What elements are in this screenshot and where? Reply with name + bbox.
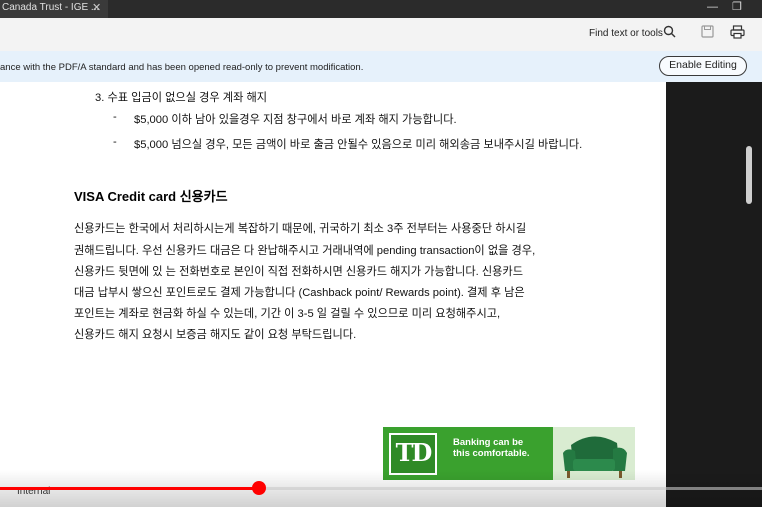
scrollbar-thumb[interactable] xyxy=(746,146,752,204)
paragraph-line: 권해드립니다. 우선 신용카드 대금은 다 완납해주시고 거래내역에 pendi… xyxy=(74,245,536,257)
paragraph-line: 신용카드 해지 요청시 보증금 해지도 같이 요청 부탁드립니다. xyxy=(74,329,357,341)
paragraph-line: 포인트는 계좌로 현금화 하실 수 있는데, 기간 이 3-5 일 걸릴 수 있… xyxy=(74,308,501,320)
ad-tagline-line2: this comfortable. xyxy=(453,448,530,459)
td-logo: TD xyxy=(389,433,437,475)
tab-title: Canada Trust - IGE ... xyxy=(2,2,100,13)
bullet-dash: - xyxy=(113,111,117,123)
enable-editing-button[interactable]: Enable Editing xyxy=(659,56,747,76)
title-bar: Canada Trust - IGE ... ✕ — ❐ xyxy=(0,0,762,18)
find-text-label[interactable]: Find text or tools xyxy=(589,28,663,39)
paragraph-line: 대금 납부시 쌓으신 포인트로도 결제 가능합니다 (Cashback poin… xyxy=(74,287,525,299)
bullet-text: $5,000 이하 남아 있을경우 지점 창구에서 바로 계좌 해지 가능합니다… xyxy=(134,114,457,126)
read-only-notice-bar: ance with the PDF/A standard and has bee… xyxy=(0,51,762,83)
minimize-icon[interactable]: — xyxy=(707,0,718,14)
print-icon[interactable] xyxy=(730,25,745,44)
list-item-3: 3. 수표 입금이 없으실 경우 계좌 해지 xyxy=(95,92,268,104)
section-heading: VISA Credit card 신용카드 xyxy=(74,189,228,204)
bullet-text: $5,000 넘으실 경우, 모든 금액이 바로 출금 안될수 있음으로 미리 … xyxy=(134,139,583,151)
video-progress-played xyxy=(0,487,259,490)
ad-tagline: Banking can be this comfortable. xyxy=(453,437,530,459)
ad-tagline-line1: Banking can be xyxy=(453,437,524,448)
bullet-dash: - xyxy=(113,136,117,148)
toolbar: Find text or tools xyxy=(0,18,762,52)
search-icon[interactable] xyxy=(663,25,676,43)
notice-text: ance with the PDF/A standard and has bee… xyxy=(0,62,364,73)
save-icon[interactable] xyxy=(701,25,714,43)
paragraph-line: 신용카드 뒷면에 있 는 전화번호로 본인이 직접 전화하시면 신용카드 해지가… xyxy=(74,266,524,278)
tab-close-icon[interactable]: ✕ xyxy=(92,0,101,16)
video-scrubber-handle[interactable] xyxy=(252,481,266,495)
paragraph-line: 신용카드는 한국에서 처리하시는게 복잡하기 때문에, 귀국하기 최소 3주 전… xyxy=(74,223,527,235)
restore-icon[interactable]: ❐ xyxy=(732,0,742,14)
